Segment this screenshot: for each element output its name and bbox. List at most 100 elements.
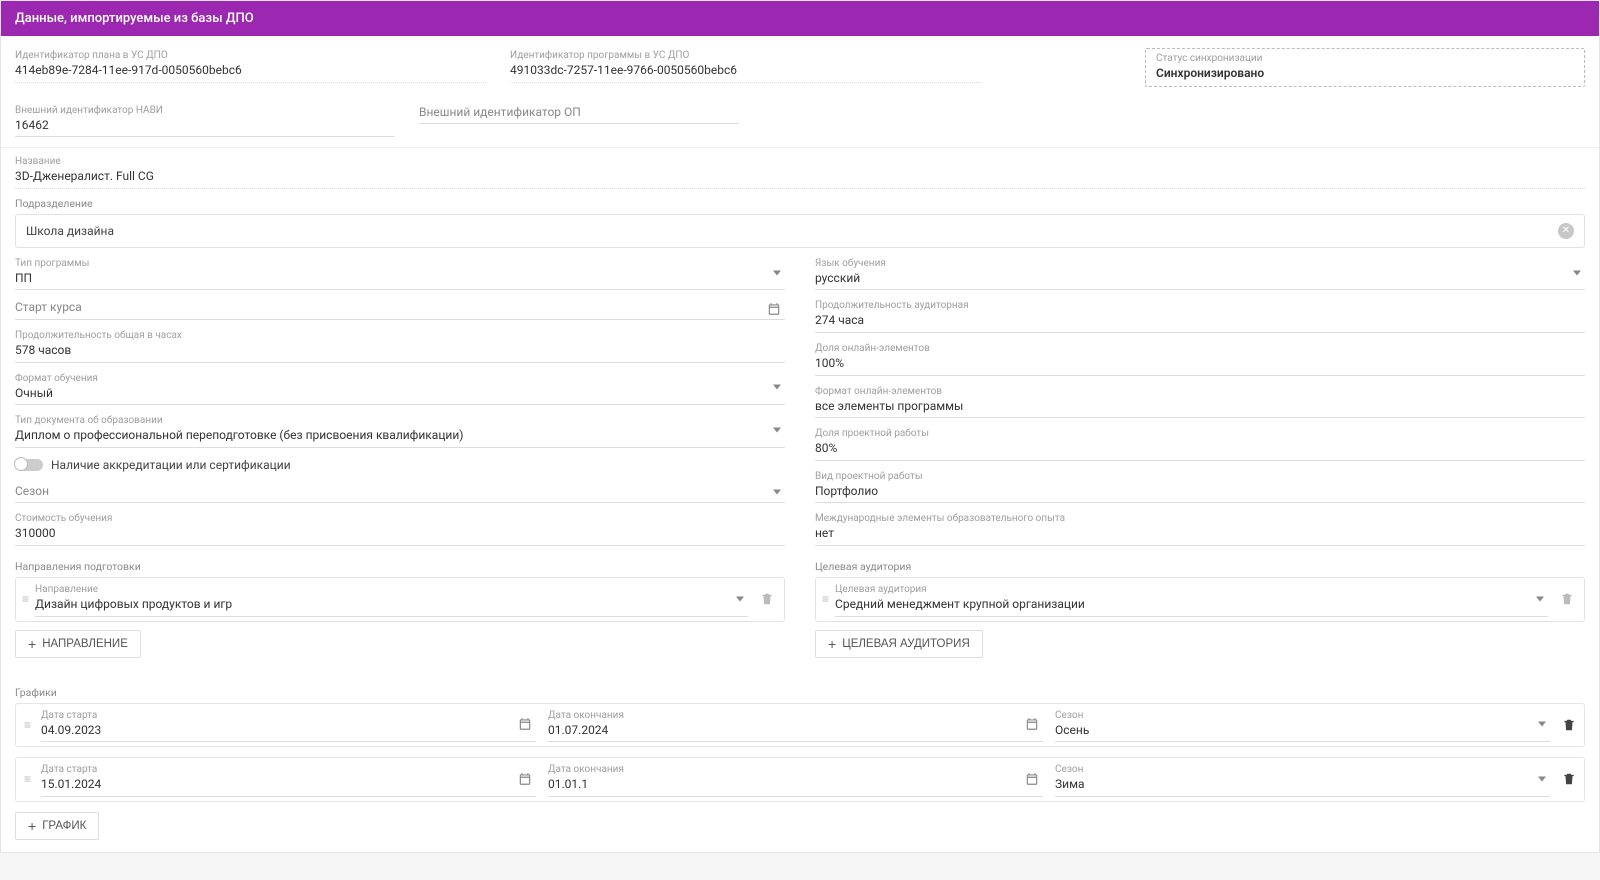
project-share-label: Доля проектной работы [815, 428, 1585, 440]
calendar-icon[interactable] [518, 772, 532, 786]
sync-status-label: Статус синхронизации [1156, 53, 1574, 65]
chevron-down-icon [773, 270, 781, 275]
add-schedule-button[interactable]: + График [15, 812, 99, 840]
chevron-down-icon [1536, 596, 1544, 601]
doc-type-value: Диплом о профессиональной переподготовке… [15, 428, 785, 444]
program-id-value: 491033dc-7257-11ee-9766-0050560bebc6 [510, 63, 981, 79]
ext-navi-field[interactable]: Внешний идентификатор НАВИ 16462 [15, 103, 395, 138]
panel-header: Данные, импортируемые из базы ДПО [1, 1, 1599, 36]
schedule-end-field[interactable]: Дата окончания01.01.1 [548, 762, 1043, 797]
schedule-row: ≡ Дата старта04.09.2023 Дата окончания01.0… [15, 703, 1585, 748]
online-share-field[interactable]: Доля онлайн-элементов 100% [815, 341, 1585, 376]
ext-op-field[interactable]: Внешний идентификатор ОП [419, 103, 739, 125]
chevron-down-icon [1573, 270, 1581, 275]
drag-handle-icon[interactable]: ≡ [24, 772, 29, 786]
intl-field[interactable]: Международные элементы образовательного … [815, 511, 1585, 546]
intl-label: Международные элементы образовательного … [815, 513, 1585, 525]
add-audience-button[interactable]: + Целевая аудитория [815, 630, 983, 658]
drag-handle-icon[interactable]: ≡ [822, 593, 827, 605]
duration-aud-label: Продолжительность аудиторная [815, 300, 1585, 312]
schedule-end-field[interactable]: Дата окончания01.07.2024 [548, 708, 1043, 743]
name-field: Название 3D-Дженералист. Full CG [15, 154, 1585, 189]
program-type-value: ПП [15, 271, 785, 287]
ext-navi-label: Внешний идентификатор НАВИ [15, 105, 395, 117]
schedule-season-label: Сезон [1055, 710, 1550, 722]
delete-track-button[interactable] [756, 590, 778, 608]
duration-total-label: Продолжительность общая в часах [15, 330, 785, 342]
accreditation-toggle[interactable]: Наличие аккредитации или сертификации [15, 458, 785, 472]
project-type-label: Вид проектной работы [815, 471, 1585, 483]
chevron-down-icon [1538, 776, 1546, 781]
online-format-field[interactable]: Формат онлайн-элементов все элементы про… [815, 384, 1585, 419]
plan-id-label: Идентификатор плана в УС ДПО [15, 50, 486, 62]
lang-label: Язык обучения [815, 258, 1585, 270]
start-course-placeholder: Старт курса [15, 300, 785, 316]
online-share-value: 100% [815, 356, 1585, 372]
project-type-field[interactable]: Вид проектной работы Портфолио [815, 469, 1585, 504]
season-placeholder: Сезон [15, 484, 785, 500]
cost-label: Стоимость обучения [15, 513, 785, 525]
lang-select[interactable]: Язык обучения русский [815, 256, 1585, 291]
calendar-icon[interactable] [767, 302, 781, 316]
doc-type-select[interactable]: Тип документа об образовании Диплом о пр… [15, 413, 785, 448]
calendar-icon[interactable] [518, 717, 532, 731]
schedule-start-value: 04.09.2023 [41, 723, 536, 739]
sync-status-value: Синхронизировано [1156, 66, 1574, 82]
online-share-label: Доля онлайн-элементов [815, 343, 1585, 355]
chevron-down-icon [773, 427, 781, 432]
track-item-label: Направление [35, 584, 748, 596]
schedule-section-label: Графики [15, 686, 1585, 699]
cost-field[interactable]: Стоимость обучения 310000 [15, 511, 785, 546]
division-value: Школа дизайна [26, 224, 114, 238]
format-value: Очный [15, 386, 785, 402]
add-track-button[interactable]: + Направление [15, 630, 141, 658]
schedule-start-field[interactable]: Дата старта04.09.2023 [41, 708, 536, 743]
division-remove-icon[interactable]: ✕ [1558, 223, 1574, 239]
intl-value: нет [815, 526, 1585, 542]
schedule-season-select[interactable]: СезонОсень [1055, 708, 1550, 743]
track-item-value: Дизайн цифровых продуктов и игр [35, 597, 748, 613]
season-select[interactable]: Сезон [15, 482, 785, 504]
project-share-field[interactable]: Доля проектной работы 80% [815, 426, 1585, 461]
accreditation-label: Наличие аккредитации или сертификации [51, 458, 291, 472]
duration-total-field[interactable]: Продолжительность общая в часах 578 часо… [15, 328, 785, 363]
project-type-value: Портфолио [815, 484, 1585, 500]
name-label: Название [15, 156, 1585, 168]
plus-icon: + [828, 637, 836, 651]
program-type-select[interactable]: Тип программы ПП [15, 256, 785, 291]
start-course-field[interactable]: Старт курса [15, 298, 785, 320]
division-chip: Школа дизайна ✕ [15, 214, 1585, 248]
duration-aud-field[interactable]: Продолжительность аудиторная 274 часа [815, 298, 1585, 333]
schedule-end-value: 01.01.1 [548, 777, 1043, 793]
delete-schedule-button[interactable] [1562, 718, 1576, 732]
format-select[interactable]: Формат обучения Очный [15, 371, 785, 406]
schedule-season-value: Зима [1055, 777, 1550, 793]
schedule-end-value: 01.07.2024 [548, 723, 1043, 739]
schedule-season-value: Осень [1055, 723, 1550, 739]
schedule-start-field[interactable]: Дата старта15.01.2024 [41, 762, 536, 797]
project-share-value: 80% [815, 441, 1585, 457]
audience-item-label: Целевая аудитория [835, 584, 1548, 596]
drag-handle-icon[interactable]: ≡ [24, 718, 29, 732]
sync-status-box: Статус синхронизации Синхронизировано [1145, 48, 1585, 87]
audience-section-label: Целевая аудитория [815, 560, 1585, 573]
delete-audience-button[interactable] [1556, 590, 1578, 608]
add-track-label: Направление [42, 638, 128, 650]
schedule-start-value: 15.01.2024 [41, 777, 536, 793]
doc-type-label: Тип документа об образовании [15, 415, 785, 427]
calendar-icon[interactable] [1025, 717, 1039, 731]
cost-value: 310000 [15, 526, 785, 542]
program-id-field: Идентификатор программы в УС ДПО 491033d… [510, 48, 981, 83]
chevron-down-icon [736, 596, 744, 601]
ext-navi-value: 16462 [15, 118, 395, 134]
drag-handle-icon[interactable]: ≡ [22, 593, 27, 605]
schedule-row: ≡ Дата старта15.01.2024 Дата окончания01.0… [15, 757, 1585, 802]
plan-id-value: 414eb89e-7284-11ee-917d-0050560bebc6 [15, 63, 486, 79]
calendar-icon[interactable] [1025, 772, 1039, 786]
schedule-end-label: Дата окончания [548, 710, 1043, 722]
schedule-season-select[interactable]: СезонЗима [1055, 762, 1550, 797]
panel-title: Данные, импортируемые из базы ДПО [15, 11, 254, 26]
delete-schedule-button[interactable] [1562, 772, 1576, 786]
schedule-start-label: Дата старта [41, 764, 536, 776]
track-row: ≡ Направление Дизайн цифровых продуктов … [15, 577, 785, 622]
